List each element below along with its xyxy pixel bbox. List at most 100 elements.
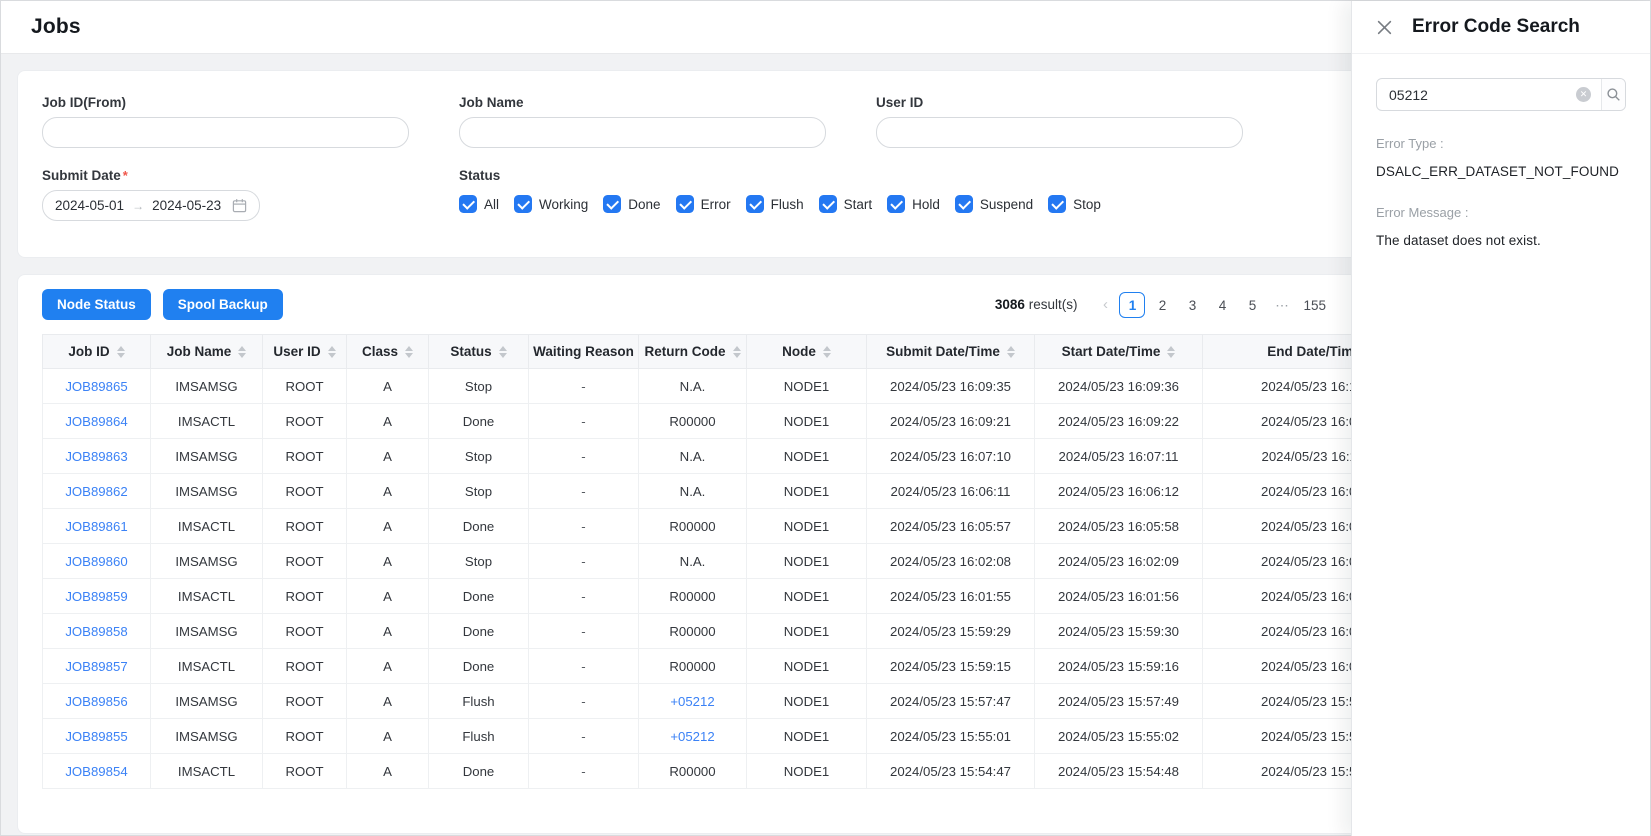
error-code-input[interactable] [1389,87,1570,103]
close-icon[interactable] [1376,19,1393,36]
search-icon [1606,87,1621,102]
status-checkbox-done[interactable]: Done [603,195,660,213]
date-to-value[interactable]: 2024-05-23 [152,198,221,213]
job-id-link[interactable]: JOB89855 [65,729,127,744]
search-button[interactable] [1601,79,1625,110]
status-checkbox-start[interactable]: Start [819,195,873,213]
pagination-prev-icon[interactable]: ‹ [1095,292,1115,318]
job-id-link[interactable]: JOB89865 [65,379,127,394]
clear-input-icon[interactable]: ✕ [1576,87,1591,102]
cell-job-id: JOB89861 [43,509,151,544]
status-checkbox-stop[interactable]: Stop [1048,195,1101,213]
cell-status: Done [429,649,529,684]
page-button-155[interactable]: 155 [1299,292,1330,318]
column-header-inner: Submit Date/Time [886,344,1015,359]
cell-waiting-reason: - [529,719,639,754]
return-code-link[interactable]: +05212 [670,729,714,744]
job-id-input[interactable] [42,117,409,148]
status-checkbox-flush[interactable]: Flush [746,195,804,213]
sort-icon [328,346,336,358]
date-from-value[interactable]: 2024-05-01 [55,198,124,213]
column-header-node[interactable]: Node [747,335,867,369]
job-id-link[interactable]: JOB89858 [65,624,127,639]
page-button-3[interactable]: 3 [1179,292,1205,318]
cell-class: A [347,509,429,544]
column-header-user-id[interactable]: User ID [263,335,347,369]
cell-start: 2024/05/23 16:06:12 [1035,474,1203,509]
waiting-reason-value: - [581,484,585,499]
column-header-status[interactable]: Status [429,335,529,369]
job-id-link[interactable]: JOB89864 [65,414,127,429]
job-id-link[interactable]: JOB89863 [65,449,127,464]
job-id-link[interactable]: JOB89862 [65,484,127,499]
cell-job-name: IMSACTL [151,754,263,789]
cell-class: A [347,754,429,789]
cell-job-id: JOB89860 [43,544,151,579]
cell-job-name: IMSAMSG [151,474,263,509]
cell-submit: 2024/05/23 15:59:29 [867,614,1035,649]
checkbox-checked-icon [459,195,477,213]
job-id-link[interactable]: JOB89856 [65,694,127,709]
cell-node: NODE1 [747,544,867,579]
cell-job-id: JOB89865 [43,369,151,404]
cell-start: 2024/05/23 16:01:56 [1035,579,1203,614]
job-id-link[interactable]: JOB89857 [65,659,127,674]
pagination-ellipsis[interactable]: ⋯ [1269,292,1295,318]
column-header-job-id[interactable]: Job ID [43,335,151,369]
column-label: Return Code [645,344,726,359]
column-header-inner: Node [782,344,831,359]
job-id-link[interactable]: JOB89860 [65,554,127,569]
page-button-2[interactable]: 2 [1149,292,1175,318]
cell-node: NODE1 [747,404,867,439]
cell-status: Flush [429,719,529,754]
column-header-class[interactable]: Class [347,335,429,369]
column-header-job-name[interactable]: Job Name [151,335,263,369]
table-row: JOB89858IMSAMSGROOTADone-R00000NODE12024… [43,614,1441,649]
calendar-icon [232,198,247,213]
status-checkbox-hold[interactable]: Hold [887,195,940,213]
page-button-1[interactable]: 1 [1119,292,1145,318]
cell-class: A [347,719,429,754]
column-label: Waiting Reason [533,344,634,359]
page-button-5[interactable]: 5 [1239,292,1265,318]
cell-user-id: ROOT [263,369,347,404]
cell-node: NODE1 [747,474,867,509]
status-checkbox-working[interactable]: Working [514,195,588,213]
page-button-4[interactable]: 4 [1209,292,1235,318]
checkbox-label: Start [844,197,873,212]
table-row: JOB89855IMSAMSGROOTAFlush-+05212NODE1202… [43,719,1441,754]
status-checkbox-suspend[interactable]: Suspend [955,195,1033,213]
job-name-input[interactable] [459,117,826,148]
error-code-search-group: ✕ [1376,78,1626,111]
cell-start: 2024/05/23 16:02:09 [1035,544,1203,579]
cell-submit: 2024/05/23 16:05:57 [867,509,1035,544]
user-id-input[interactable] [876,117,1243,148]
node-status-button[interactable]: Node Status [42,289,151,320]
table-row: JOB89859IMSACTLROOTADone-R00000NODE12024… [43,579,1441,614]
spool-backup-button[interactable]: Spool Backup [163,289,283,320]
job-id-link[interactable]: JOB89854 [65,764,127,779]
column-header-submit-date-time[interactable]: Submit Date/Time [867,335,1035,369]
column-header-inner: Job ID [68,344,124,359]
status-checkbox-all[interactable]: All [459,195,499,213]
column-header-start-date-time[interactable]: Start Date/Time [1035,335,1203,369]
result-count: 3086 result(s) [995,297,1078,312]
cell-return-code: R00000 [639,754,747,789]
return-code-link[interactable]: +05212 [670,694,714,709]
cell-return-code: R00000 [639,649,747,684]
sort-icon [499,346,507,358]
job-id-link[interactable]: JOB89859 [65,589,127,604]
cell-class: A [347,649,429,684]
column-header-return-code[interactable]: Return Code [639,335,747,369]
cell-submit: 2024/05/23 15:55:01 [867,719,1035,754]
waiting-reason-value: - [581,449,585,464]
status-checkbox-error[interactable]: Error [676,195,731,213]
submit-date-range-picker[interactable]: 2024-05-01 → 2024-05-23 [42,190,260,221]
cell-class: A [347,684,429,719]
sort-up-caret [238,346,246,351]
cell-start: 2024/05/23 16:07:11 [1035,439,1203,474]
job-id-link[interactable]: JOB89861 [65,519,127,534]
checkbox-label: Working [539,197,588,212]
page-title: Jobs [31,15,81,39]
cell-waiting-reason: - [529,754,639,789]
